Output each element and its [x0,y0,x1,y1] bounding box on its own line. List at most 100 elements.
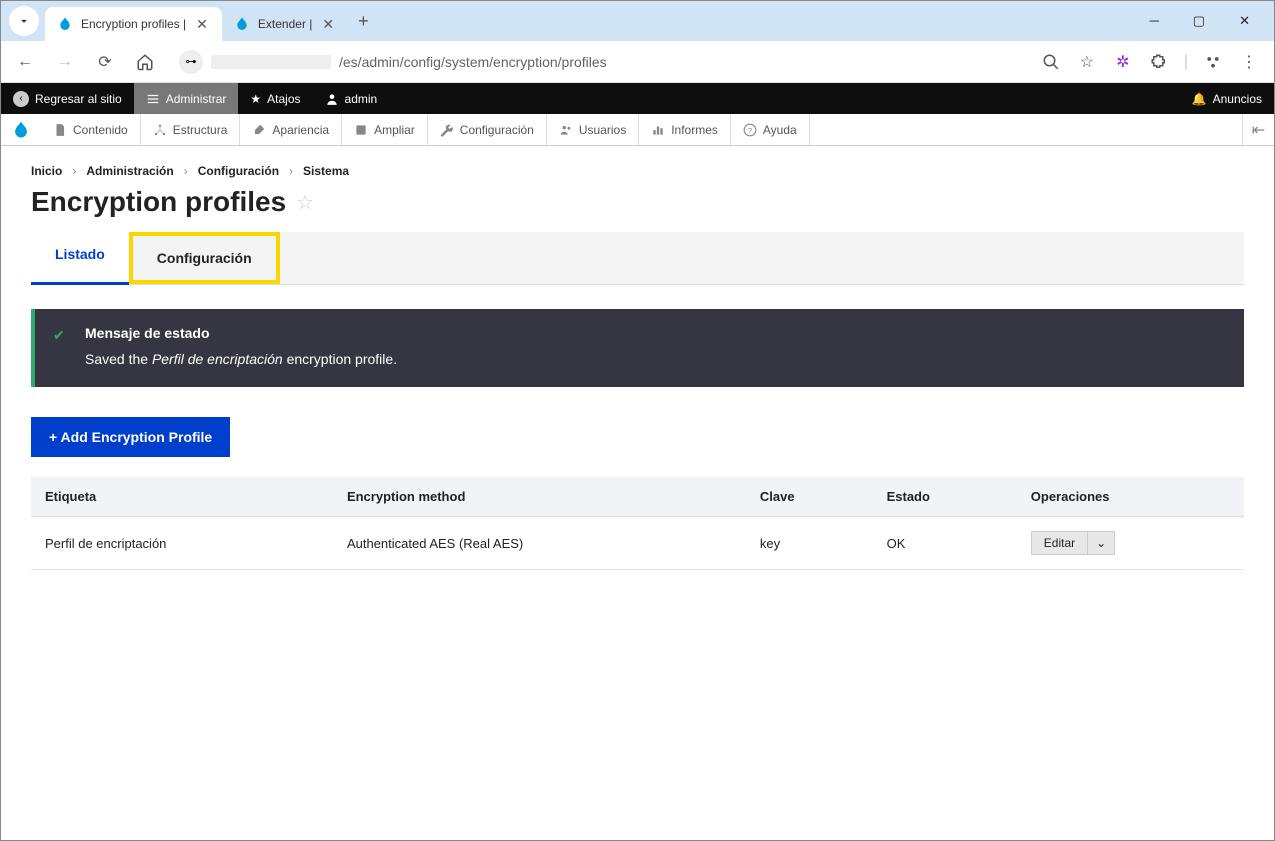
menu-label: Ampliar [374,123,415,137]
cell-key: key [746,517,873,570]
tab-title: Encryption profiles | [81,17,186,31]
browser-tab-inactive[interactable]: Extender | ✕ [222,7,348,41]
drupal-toolbar: ‹ Regresar al sitio Administrar ★ Atajos… [1,83,1274,114]
chevron-down-icon: ⌄ [1087,532,1114,554]
status-body: Saved the Perfil de encriptación encrypt… [85,351,1224,367]
th-key: Clave [746,477,873,517]
puzzle-icon [354,123,368,137]
menu-contenido[interactable]: Contenido [41,114,141,145]
menu-configuracion[interactable]: Configuración [428,114,547,145]
add-encryption-profile-button[interactable]: + Add Encryption Profile [31,417,230,457]
status-text-suffix: encryption profile. [283,351,397,367]
back-button[interactable]: ← [11,48,39,76]
status-text-em: Perfil de encriptación [152,351,283,367]
url-path: /es/admin/config/system/encryption/profi… [339,54,607,70]
back-arrow-icon: ‹ [13,91,29,107]
tab-configuracion[interactable]: Configuración [129,232,280,284]
breadcrumb-link[interactable]: Configuración [198,164,279,178]
menu-label: Apariencia [272,123,329,137]
close-window-button[interactable]: ✕ [1231,9,1258,33]
status-message: ✔ Mensaje de estado Saved the Perfil de … [31,309,1244,387]
breadcrumb-link[interactable]: Inicio [31,164,62,178]
drupal-favicon-icon [57,16,73,32]
th-label: Etiqueta [31,477,333,517]
hamburger-icon [146,92,160,106]
menu-label: Usuarios [579,123,626,137]
menu-ampliar[interactable]: Ampliar [342,114,428,145]
maximize-button[interactable]: ▢ [1185,9,1213,33]
reload-button[interactable]: ⟳ [91,48,119,76]
status-heading: Mensaje de estado [85,325,1224,341]
cell-status: OK [873,517,1017,570]
tab-search-button[interactable] [9,6,39,36]
cell-ops: Editar ⌄ [1017,517,1244,570]
collapse-sidebar-button[interactable]: ⇤ [1242,114,1274,145]
close-tab-icon[interactable]: ✕ [194,16,210,33]
drupal-favicon-icon [234,16,250,32]
admin-menu: Contenido Estructura Apariencia Ampliar … [1,114,1274,146]
back-to-site-link[interactable]: ‹ Regresar al sitio [1,83,134,114]
users-icon [559,123,573,137]
menu-label: Contenido [73,123,128,137]
wrench-icon [440,123,454,137]
help-icon: ? [743,123,757,137]
menu-label: Estructura [173,123,228,137]
site-info-icon[interactable]: ⊶ [179,50,203,74]
th-ops: Operaciones [1017,477,1244,517]
url-redacted [211,55,331,69]
announcements-link[interactable]: 🔔 Anuncios [1180,83,1274,114]
page-tabs: Listado Configuración [31,232,1244,285]
brush-icon [252,123,266,137]
breadcrumb-link[interactable]: Administración [86,164,173,178]
menu-usuarios[interactable]: Usuarios [547,114,639,145]
profile-icon[interactable] [1202,51,1224,73]
address-bar[interactable]: ⊶ /es/admin/config/system/encryption/pro… [171,50,1028,74]
breadcrumb: Inicio› Administración› Configuración› S… [31,164,1244,178]
extension-icon[interactable]: ✲ [1112,51,1134,73]
checkmark-icon: ✔ [53,327,65,344]
tab-title: Extender | [258,17,312,31]
manage-link[interactable]: Administrar [134,83,239,114]
menu-apariencia[interactable]: Apariencia [240,114,342,145]
zoom-icon[interactable] [1040,51,1062,73]
minimize-button[interactable]: ─ [1142,9,1167,33]
svg-text:?: ? [748,125,752,134]
edit-dropdown[interactable]: Editar ⌄ [1031,531,1115,555]
browser-tab-active[interactable]: Encryption profiles | ✕ [45,7,222,41]
menu-button[interactable]: ⋮ [1238,51,1260,73]
menu-label: Configuración [460,123,534,137]
menu-informes[interactable]: Informes [639,114,731,145]
menu-estructura[interactable]: Estructura [141,114,241,145]
tab-listado[interactable]: Listado [31,232,129,285]
bell-icon: 🔔 [1192,92,1207,106]
menu-label: Informes [671,123,718,137]
user-label: admin [345,92,378,106]
user-icon [325,92,339,106]
new-tab-button[interactable]: + [348,11,379,32]
bookmark-star-icon[interactable]: ☆ [1076,51,1098,73]
drupal-logo[interactable] [1,114,41,145]
manage-label: Administrar [166,92,227,106]
window-controls: ─ ▢ ✕ [1142,9,1266,33]
shortcuts-link[interactable]: ★ Atajos [238,83,312,114]
th-status: Estado [873,477,1017,517]
cell-method: Authenticated AES (Real AES) [333,517,746,570]
browser-toolbar: ← → ⟳ ⊶ /es/admin/config/system/encrypti… [1,41,1274,83]
announcements-label: Anuncios [1213,92,1262,106]
file-icon [53,123,67,137]
breadcrumb-link[interactable]: Sistema [303,164,349,178]
forward-button[interactable]: → [51,48,79,76]
star-icon: ★ [250,92,261,106]
chart-icon [651,123,665,137]
cell-label: Perfil de encriptación [31,517,333,570]
extensions-icon[interactable] [1148,51,1170,73]
page-title: Encryption profiles [31,186,286,218]
profiles-table: Etiqueta Encryption method Clave Estado … [31,477,1244,570]
favorite-star-icon[interactable]: ☆ [296,190,314,215]
menu-ayuda[interactable]: ? Ayuda [731,114,810,145]
user-link[interactable]: admin [313,83,390,114]
home-button[interactable] [131,48,159,76]
close-tab-icon[interactable]: ✕ [320,16,336,33]
shortcuts-label: Atajos [267,92,300,106]
back-to-site-label: Regresar al sitio [35,92,122,106]
